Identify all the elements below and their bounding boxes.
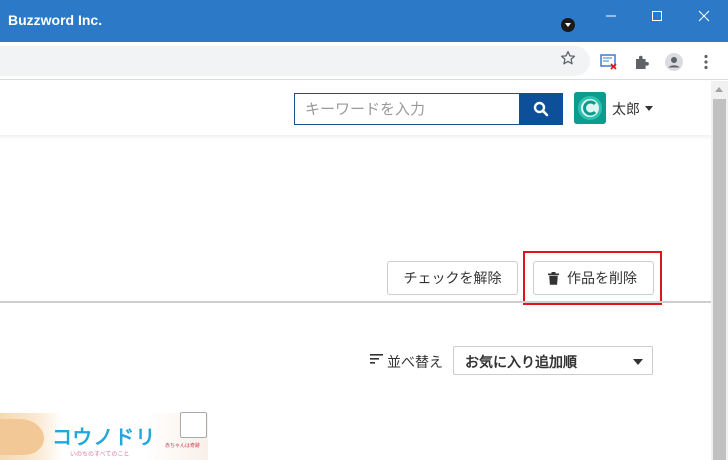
header-shadow: [0, 135, 711, 140]
browser-menu-icon[interactable]: [696, 52, 716, 72]
section-divider: [0, 301, 711, 303]
window-title: Buzzword Inc.: [8, 12, 103, 28]
window-titlebar: Buzzword Inc.: [0, 0, 728, 42]
page-scrollbar[interactable]: [711, 81, 728, 460]
search-button[interactable]: [519, 93, 563, 125]
user-avatar[interactable]: [574, 92, 606, 124]
maximize-icon: [652, 11, 662, 21]
chevron-down-icon: [633, 359, 643, 365]
site-header: 太郎: [0, 81, 711, 135]
sort-label: 並べ替え: [387, 355, 443, 371]
scrollbar-thumb[interactable]: [713, 99, 726, 460]
minimize-icon: [606, 15, 616, 17]
close-button[interactable]: [681, 0, 727, 32]
extensions-puzzle-icon[interactable]: [632, 52, 652, 72]
browser-toolbar: [0, 42, 728, 80]
search-icon: [533, 101, 549, 117]
scroll-up-arrow-icon[interactable]: [715, 87, 723, 92]
minimize-button[interactable]: [588, 0, 634, 32]
user-menu-caret-icon[interactable]: [645, 106, 653, 111]
sort-icon: [370, 354, 383, 364]
profile-menu-icon[interactable]: [561, 18, 575, 32]
work-title-logo: コウノドリ: [52, 425, 157, 449]
work-note: 赤ちゃんは奇跡: [165, 443, 201, 449]
close-icon: [698, 10, 710, 22]
user-name[interactable]: 太郎: [612, 99, 640, 119]
address-bar[interactable]: [0, 46, 590, 76]
highlight-annotation: [523, 251, 662, 305]
bookmark-star-icon[interactable]: [559, 49, 577, 67]
work-thumbnail[interactable]: コウノドリ いのちのすべてのこと 赤ちゃんは奇跡: [0, 413, 208, 460]
sort-select[interactable]: お気に入り追加順: [453, 346, 653, 375]
user-avatar-icon: [574, 92, 606, 124]
work-subtitle: いのちのすべてのこと: [70, 451, 130, 458]
thumbnail-art: [0, 419, 44, 455]
search-input[interactable]: [294, 93, 519, 125]
maximize-button[interactable]: [634, 0, 680, 32]
sort-selected-value: お気に入り追加順: [465, 355, 577, 371]
account-avatar-icon[interactable]: [664, 52, 684, 72]
work-select-checkbox[interactable]: [180, 412, 207, 438]
extension-screen-icon[interactable]: [599, 52, 619, 72]
uncheck-button[interactable]: チェックを解除: [387, 261, 518, 295]
